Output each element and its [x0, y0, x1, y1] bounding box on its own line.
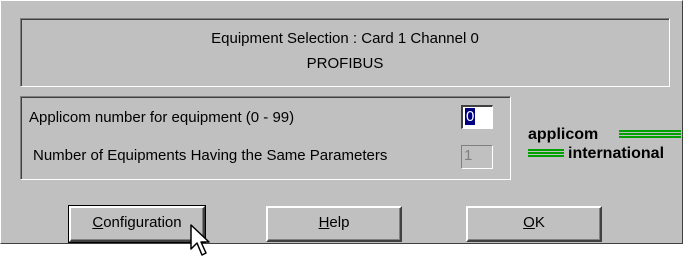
header-panel: Equipment Selection : Card 1 Channel 0 P…: [20, 18, 670, 87]
dialog-title: Equipment Selection : Card 1 Channel 0: [211, 30, 479, 47]
logo-word-applicom: applicom: [528, 126, 599, 143]
help-mnemonic: H: [318, 214, 330, 231]
logo-word-international: international: [568, 145, 665, 162]
equipment-params-panel: Applicom number for equipment (0 - 99) 0…: [20, 96, 511, 180]
equipment-number-input[interactable]: 0: [461, 105, 493, 129]
arrow-cursor-icon: [190, 224, 210, 256]
equipment-number-value: 0: [465, 108, 476, 125]
protocol-label: PROFIBUS: [306, 55, 384, 72]
ok-mnemonic: O: [523, 214, 535, 231]
equipment-number-label: Applicom number for equipment (0 - 99): [29, 109, 295, 126]
help-label: elp: [329, 214, 350, 231]
applicom-logo: applicom international: [528, 123, 682, 165]
ok-button[interactable]: OK: [466, 206, 602, 242]
same-params-count-value: 1: [464, 147, 473, 164]
help-button[interactable]: Help: [266, 206, 402, 242]
same-params-count-input: 1: [461, 145, 493, 169]
logo-green-lines-bottom: [528, 149, 564, 157]
ok-label: K: [534, 214, 545, 231]
configuration-label: onfiguration: [103, 214, 182, 231]
configuration-mnemonic: C: [92, 214, 104, 231]
configuration-button[interactable]: Configuration: [68, 205, 206, 243]
equipment-selection-dialog: Equipment Selection : Card 1 Channel 0 P…: [0, 0, 683, 244]
same-params-count-label: Number of Equipments Having the Same Par…: [33, 147, 388, 164]
logo-green-lines-top: [619, 130, 681, 138]
